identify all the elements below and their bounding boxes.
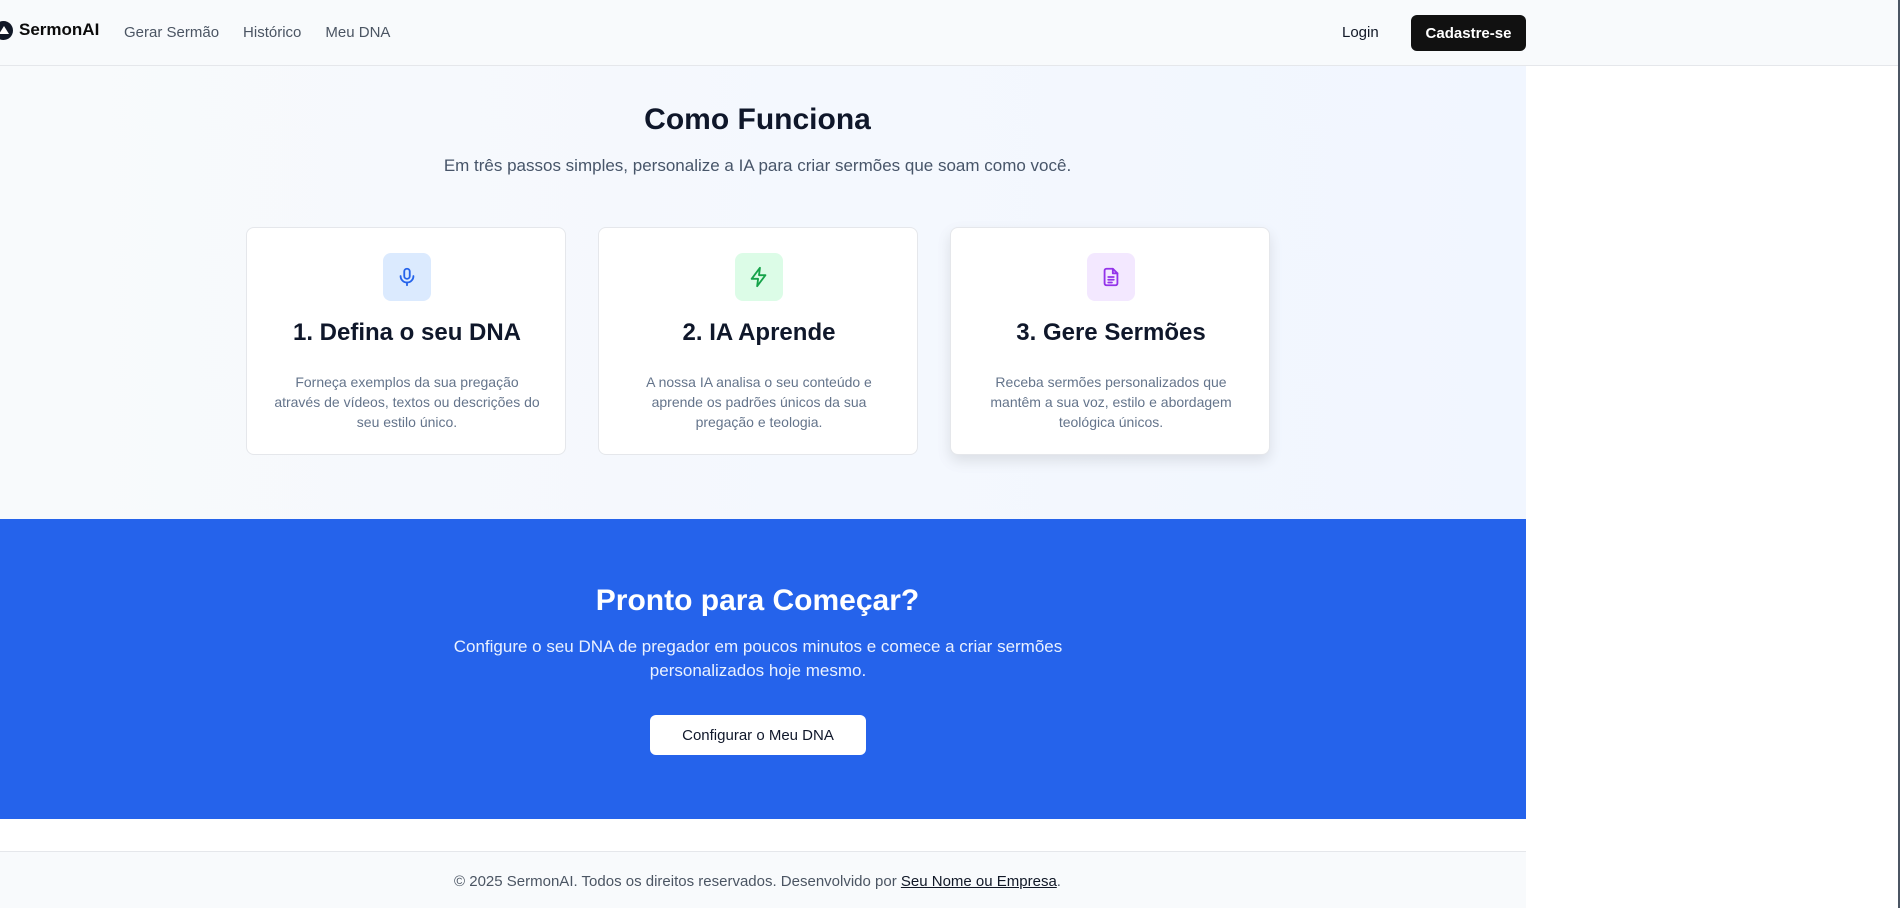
how-it-works-subtitle: Em três passos simples, personalize a IA… bbox=[443, 156, 1072, 175]
nav-item-historico[interactable]: Histórico bbox=[243, 24, 301, 41]
footer-copyright: © 2025 SermonAI. Todos os direitos reser… bbox=[454, 873, 901, 890]
footer: © 2025 SermonAI. Todos os direitos reser… bbox=[0, 851, 1526, 908]
right-empty-area bbox=[1526, 66, 1900, 908]
microphone-icon bbox=[383, 253, 431, 301]
nav-item-gerar-sermao[interactable]: Gerar Sermão bbox=[124, 24, 219, 41]
step-title: 1. Defina o seu DNA bbox=[292, 319, 522, 346]
nav-item-meu-dna[interactable]: Meu DNA bbox=[325, 24, 390, 41]
how-it-works-section: Como Funciona Em três passos simples, pe… bbox=[0, 66, 1526, 519]
footer-company-link[interactable]: Seu Nome ou Empresa bbox=[901, 873, 1057, 890]
cta-title: Pronto para Começar? bbox=[595, 584, 920, 617]
step-description: Forneça exemplos da sua pregação através… bbox=[274, 374, 540, 430]
signup-button[interactable]: Cadastre-se bbox=[1411, 15, 1526, 51]
step-card-generate: 3. Gere Sermões Receba sermões personali… bbox=[950, 227, 1270, 455]
footer-text: © 2025 SermonAI. Todos os direitos reser… bbox=[0, 873, 1515, 890]
login-link[interactable]: Login bbox=[1342, 24, 1379, 41]
cta-description: Configure o seu DNA de pregador em pouco… bbox=[453, 637, 1063, 680]
header: SermonAI Gerar Sermão Histórico Meu DNA … bbox=[0, 0, 1900, 66]
header-inner: SermonAI Gerar Sermão Histórico Meu DNA … bbox=[0, 0, 1526, 66]
step-description: Receba sermões personalizados que mantêm… bbox=[990, 374, 1232, 430]
step-card-ai-learns: 2. IA Aprende A nossa IA analisa o seu c… bbox=[598, 227, 918, 455]
brand-logo-icon bbox=[0, 20, 13, 40]
footer-period: . bbox=[1056, 873, 1061, 890]
document-icon bbox=[1087, 253, 1135, 301]
step-description: A nossa IA analisa o seu conteúdo e apre… bbox=[646, 374, 872, 430]
step-card-dna: 1. Defina o seu DNA Forneça exemplos da … bbox=[246, 227, 566, 455]
step-title: 3. Gere Sermões bbox=[1016, 319, 1206, 346]
page: SermonAI Gerar Sermão Histórico Meu DNA … bbox=[0, 0, 1900, 908]
brand[interactable]: SermonAI bbox=[0, 20, 99, 40]
step-title: 2. IA Aprende bbox=[682, 319, 836, 346]
steps-grid: 1. Defina o seu DNA Forneça exemplos da … bbox=[246, 227, 1270, 455]
lightning-icon bbox=[735, 253, 783, 301]
main-nav: Gerar Sermão Histórico Meu DNA bbox=[124, 24, 390, 41]
brand-name: SermonAI bbox=[19, 20, 100, 39]
how-it-works-title: Como Funciona bbox=[644, 103, 871, 136]
cta-section: Pronto para Começar? Configure o seu DNA… bbox=[0, 519, 1526, 819]
configure-dna-button[interactable]: Configurar o Meu DNA bbox=[650, 715, 866, 755]
